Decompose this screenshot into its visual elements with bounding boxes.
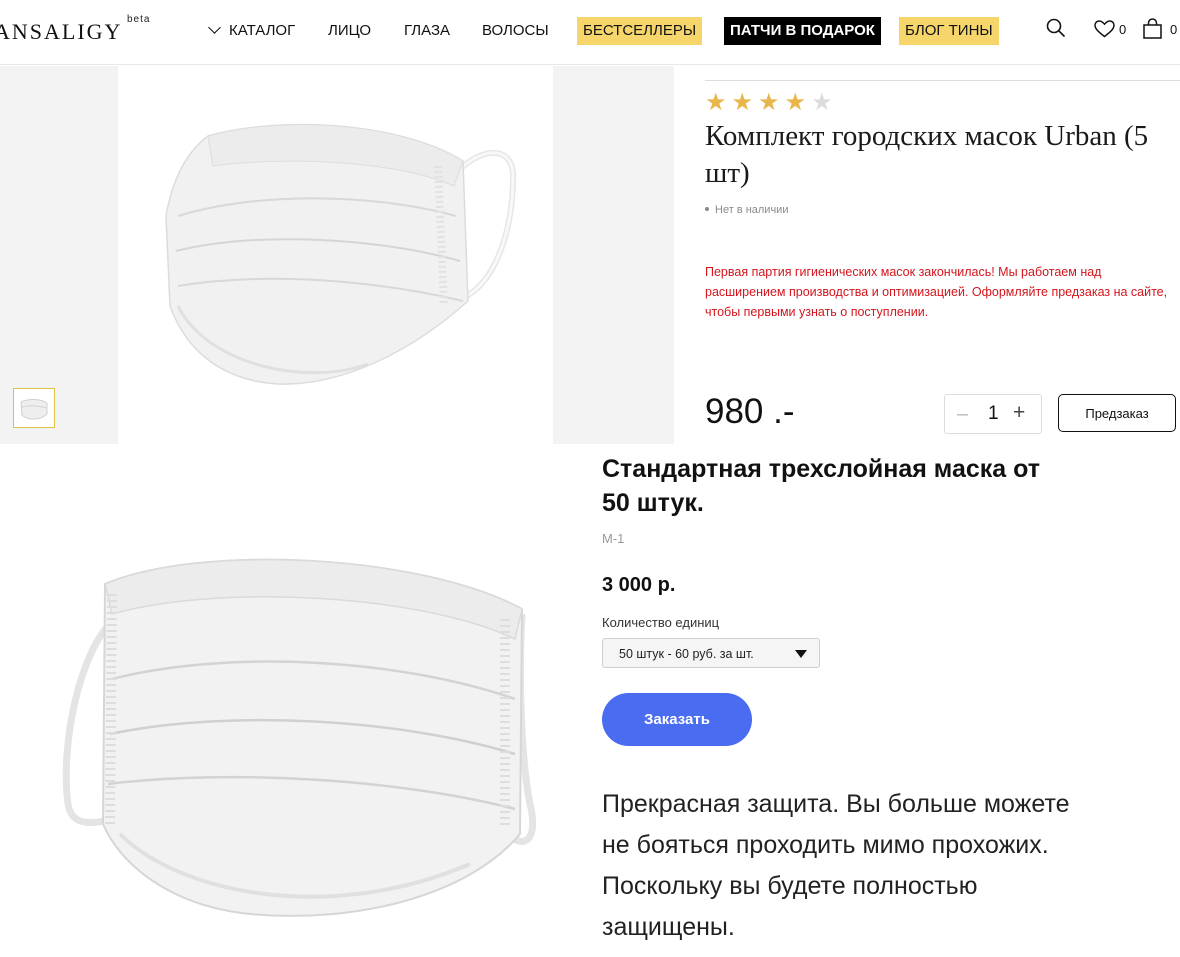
gallery-thumbnail[interactable] (13, 388, 55, 428)
stock-status: Нет в наличии (705, 204, 788, 216)
search-icon[interactable] (1046, 18, 1066, 38)
quantity-label: Количество единиц (602, 615, 720, 630)
increase-quantity-button[interactable]: + (1013, 401, 1025, 425)
star-icon: ★ (784, 89, 812, 116)
stock-status-label: Нет в наличии (715, 204, 789, 216)
nav-bestsellers[interactable]: БЕСТСЕЛЛЕРЫ (577, 17, 703, 45)
preorder-button[interactable]: Предзаказ (1058, 394, 1176, 432)
product-price: 980 .- (705, 392, 795, 431)
divider (705, 80, 1180, 81)
nav-eyes[interactable]: ГЛАЗА (404, 17, 450, 45)
site-header: ANSALIGY beta КАТАЛОГ ЛИЦО ГЛАЗА ВОЛОСЫ … (0, 0, 1180, 65)
quantity-select[interactable]: 50 штук - 60 руб. за шт. (602, 638, 820, 668)
face-mask-thumbnail-icon (20, 399, 48, 420)
star-empty-icon: ★ (811, 89, 838, 116)
offer-description: Прекрасная защита. Вы больше можете не б… (602, 790, 1070, 941)
stock-notice: Первая партия гигиенических масок законч… (705, 265, 1168, 319)
nav-hair[interactable]: ВОЛОСЫ (482, 17, 549, 45)
quantity-value[interactable]: 1 (988, 403, 999, 425)
star-icon: ★ (731, 89, 759, 116)
star-icon: ★ (758, 89, 785, 116)
product-main-image[interactable] (118, 66, 553, 444)
star-icon: ★ (705, 89, 732, 116)
chevron-down-icon (208, 21, 221, 34)
offer-sku: M-1 (602, 531, 625, 546)
quantity-select-value: 50 штук - 60 руб. за шт. (619, 647, 754, 661)
face-mask-image (62, 558, 537, 917)
order-button[interactable]: Заказать (602, 693, 752, 746)
nav-catalog-label: КАТАЛОГ (229, 22, 296, 39)
bag-icon[interactable] (1143, 18, 1162, 39)
nav-patches-gift[interactable]: ПАТЧИ В ПОДАРОК (724, 17, 881, 45)
nav-catalog[interactable]: КАТАЛОГ (206, 17, 295, 45)
logo-beta-badge: beta (127, 14, 151, 25)
product-title: Комплект городских масок Urban (5 шт) (705, 120, 1149, 189)
face-mask-image (165, 123, 517, 385)
site-logo[interactable]: ANSALIGY (0, 19, 122, 45)
heart-icon[interactable] (1094, 20, 1115, 38)
nav-face[interactable]: ЛИЦО (328, 17, 371, 45)
decrease-quantity-button[interactable]: – (957, 403, 968, 426)
nav-blog[interactable]: БЛОГ ТИНЫ (899, 17, 999, 45)
offer-price: 3 000 р. (602, 574, 676, 596)
quantity-stepper: – 1 + (944, 394, 1042, 434)
status-dot-icon (705, 207, 709, 211)
offer-image (0, 444, 590, 952)
offer-title: Стандартная трехслойная маска от 50 штук… (602, 455, 1041, 517)
wishlist-count: 0 (1119, 22, 1127, 37)
rating-stars: ★★★★★ (705, 88, 838, 117)
dropdown-arrow-icon (795, 650, 807, 658)
cart-count: 0 (1170, 22, 1178, 37)
